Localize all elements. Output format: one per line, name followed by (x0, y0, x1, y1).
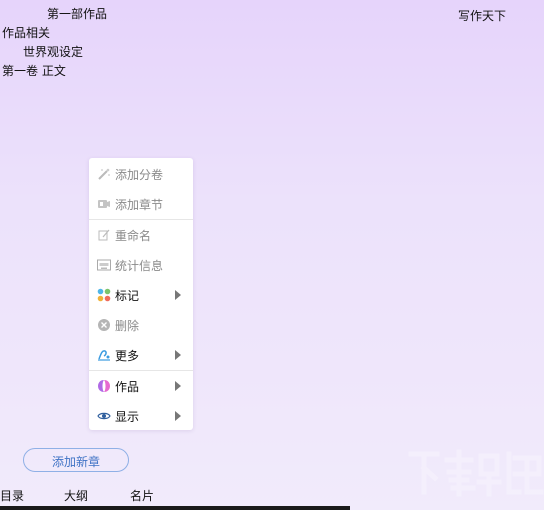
menu-item-mark[interactable]: 标记 (89, 280, 193, 310)
menu-item-label: 更多 (115, 348, 140, 363)
tree-item-volume-one[interactable]: 第一卷 正文 (2, 62, 66, 80)
statistics-icon (97, 258, 111, 272)
tab-outline[interactable]: 大纲 (64, 487, 88, 504)
menu-item-label: 显示 (115, 409, 140, 424)
menu-item-display[interactable]: 显示 (89, 401, 193, 431)
eye-icon (97, 409, 111, 423)
add-volume-icon (97, 167, 111, 181)
menu-item-delete[interactable]: 删除 (89, 310, 193, 340)
menu-item-label: 统计信息 (115, 258, 164, 273)
menu-item-statistics[interactable]: 统计信息 (89, 250, 193, 280)
bottom-panel-bar (0, 506, 350, 510)
submenu-arrow-icon (175, 381, 181, 391)
submenu-arrow-icon (175, 350, 181, 360)
context-menu: 添加分卷 添加章节 重命名 统计信息 标记 删除 更多 作品 显示 (89, 158, 193, 430)
menu-item-rename[interactable]: 重命名 (89, 220, 193, 250)
more-icon (97, 348, 111, 362)
watermark-logo (407, 448, 544, 498)
submenu-arrow-icon (175, 411, 181, 421)
tab-catalog[interactable]: 目录 (0, 487, 24, 504)
rename-icon (97, 228, 111, 242)
tab-cards[interactable]: 名片 (130, 487, 154, 504)
menu-item-more[interactable]: 更多 (89, 340, 193, 370)
submenu-arrow-icon (175, 290, 181, 300)
tree-item-works-related[interactable]: 作品相关 (2, 24, 50, 42)
add-new-chapter-button[interactable]: 添加新章 (23, 448, 129, 472)
menu-item-label: 添加章节 (115, 197, 164, 212)
menu-item-works[interactable]: 作品 (89, 371, 193, 401)
menu-item-label: 添加分卷 (115, 167, 164, 182)
menu-item-add-chapter[interactable]: 添加章节 (89, 189, 193, 219)
add-chapter-icon (97, 197, 111, 211)
delete-icon (97, 318, 111, 332)
works-icon (97, 379, 111, 393)
color-dots-icon (97, 288, 111, 302)
tree-item-worldbuilding[interactable]: 世界观设定 (23, 43, 83, 61)
book-title[interactable]: 第一部作品 (47, 5, 107, 22)
menu-item-add-volume[interactable]: 添加分卷 (89, 159, 193, 189)
menu-item-label: 重命名 (115, 228, 152, 243)
menu-item-label: 作品 (115, 379, 140, 394)
menu-item-label: 删除 (115, 318, 140, 333)
app-name: 写作天下 (458, 9, 507, 23)
menu-item-label: 标记 (115, 288, 140, 303)
